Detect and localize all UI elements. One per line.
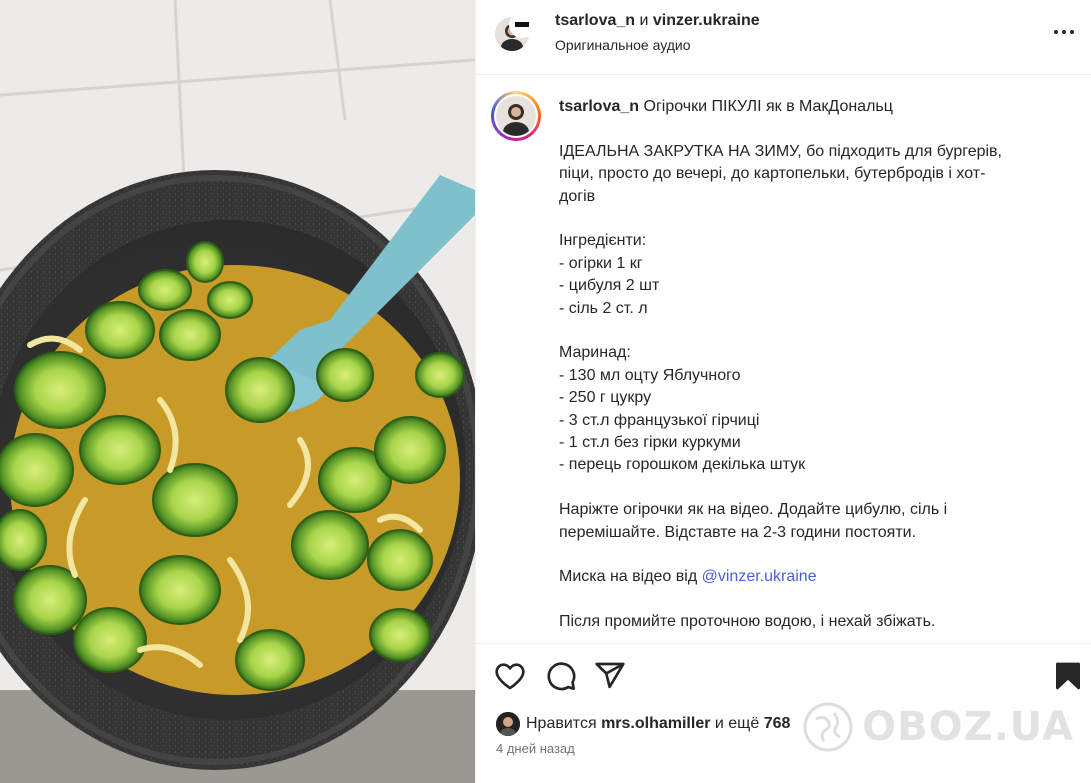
- caption-gap: [559, 589, 1059, 611]
- audio-label[interactable]: Оригинальное аудио: [555, 37, 691, 53]
- caption-avatar[interactable]: [491, 91, 541, 141]
- caption-section: tsarlova_n Огірочки ПІКУЛІ як в МакДонал…: [476, 76, 1091, 643]
- caption-first-line: tsarlova_n Огірочки ПІКУЛІ як в МакДонал…: [559, 96, 1059, 118]
- liker-username[interactable]: mrs.olhamiller: [601, 715, 710, 733]
- post-header: tsarlova_n и vinzer.ukraine Оригинальное…: [476, 0, 1091, 75]
- likes-summary: Нравится mrs.olhamiller и ещё 768: [496, 712, 790, 736]
- caption-gap: [559, 320, 1059, 342]
- author-joiner: и: [639, 12, 649, 29]
- caption-gap: [559, 477, 1059, 499]
- caption-mention-line: Миска на відео від @vinzer.ukraine: [559, 566, 1059, 588]
- post-panel: tsarlova_n и vinzer.ukraine Оригинальное…: [475, 0, 1091, 783]
- caption-line: - 3 ст.л французької гірчиці: [559, 411, 760, 429]
- caption-avatar-ring: [494, 94, 538, 138]
- caption-line: - огірки 1 кг: [559, 254, 643, 272]
- caption-line: піци, просто до вечері, до картопельки, …: [559, 165, 986, 183]
- cucumber-pan-image: [0, 0, 475, 783]
- caption-line: - сіль 2 ст. л: [559, 299, 648, 317]
- share-button[interactable]: [594, 660, 626, 692]
- caption-gap: [559, 544, 1059, 566]
- post-timestamp[interactable]: 4 дней назад: [496, 741, 575, 756]
- caption-line: - перець горошком декілька штук: [559, 456, 806, 474]
- caption-text: tsarlova_n Огірочки ПІКУЛІ як в МакДонал…: [559, 96, 1059, 634]
- comment-icon: [547, 662, 576, 691]
- caption-line: Після промийте проточною водою, і нехай …: [559, 613, 936, 631]
- likes-middle: и ещё: [714, 715, 760, 732]
- caption-line: - 1 ст.л без гірки куркуми: [559, 434, 741, 452]
- action-bar: Нравится mrs.olhamiller и ещё 768 4 дней…: [476, 643, 1091, 783]
- caption-avatar-image: [496, 96, 536, 136]
- caption-username[interactable]: tsarlova_n: [559, 98, 639, 115]
- send-icon: [595, 662, 625, 689]
- watermark-text: OBOZ.UA: [862, 704, 1074, 750]
- comment-button[interactable]: [545, 660, 577, 692]
- caption-title: Огірочки ПІКУЛІ як в МакДональц: [643, 98, 893, 115]
- caption-line: ІДЕАЛЬНА ЗАКРУТКА НА ЗИМУ, бо підходить …: [559, 142, 1002, 160]
- coauthor-username[interactable]: vinzer.ukraine: [653, 12, 760, 29]
- liker-avatar[interactable]: [496, 712, 520, 736]
- caption-line: догів: [559, 187, 596, 205]
- caption-line: Миска на відео від: [559, 568, 698, 586]
- likes-prefix: Нравится: [526, 715, 597, 732]
- caption-line: Маринад:: [559, 344, 631, 362]
- caption-line: - 130 мл оцту Яблучного: [559, 366, 741, 384]
- caption-gap: [559, 208, 1059, 230]
- coauthor-avatar[interactable]: [509, 12, 535, 38]
- like-button[interactable]: [494, 660, 526, 692]
- caption-line: Наріжте огірочки як на відео. Додайте ци…: [559, 501, 948, 519]
- bookmark-icon: [1056, 662, 1080, 690]
- caption-line: - 250 г цукру: [559, 389, 652, 407]
- caption-line: перемішайте. Відставте на 2-3 години пос…: [559, 523, 917, 541]
- author-username[interactable]: tsarlova_n: [555, 12, 635, 29]
- coauthor-logo-image: [511, 14, 533, 36]
- heart-icon: [495, 663, 525, 690]
- caption-line: - цибуля 2 шт: [559, 277, 660, 295]
- caption-gap: [559, 118, 1059, 140]
- more-horizontal-icon: [1054, 30, 1074, 34]
- caption-avatar-photo: [496, 96, 536, 136]
- globe-watermark-icon: [803, 702, 853, 752]
- post-photo[interactable]: [0, 0, 475, 783]
- mention-link[interactable]: @vinzer.ukraine: [702, 568, 817, 585]
- likes-count[interactable]: 768: [764, 715, 791, 733]
- save-button[interactable]: [1052, 660, 1084, 692]
- oboz-watermark: OBOZ.UA: [802, 701, 1074, 753]
- caption-line: Інгредієнти:: [559, 232, 647, 250]
- more-options-button[interactable]: [1052, 24, 1076, 40]
- post-authors: tsarlova_n и vinzer.ukraine: [555, 12, 760, 30]
- liker-avatar-image: [496, 712, 520, 736]
